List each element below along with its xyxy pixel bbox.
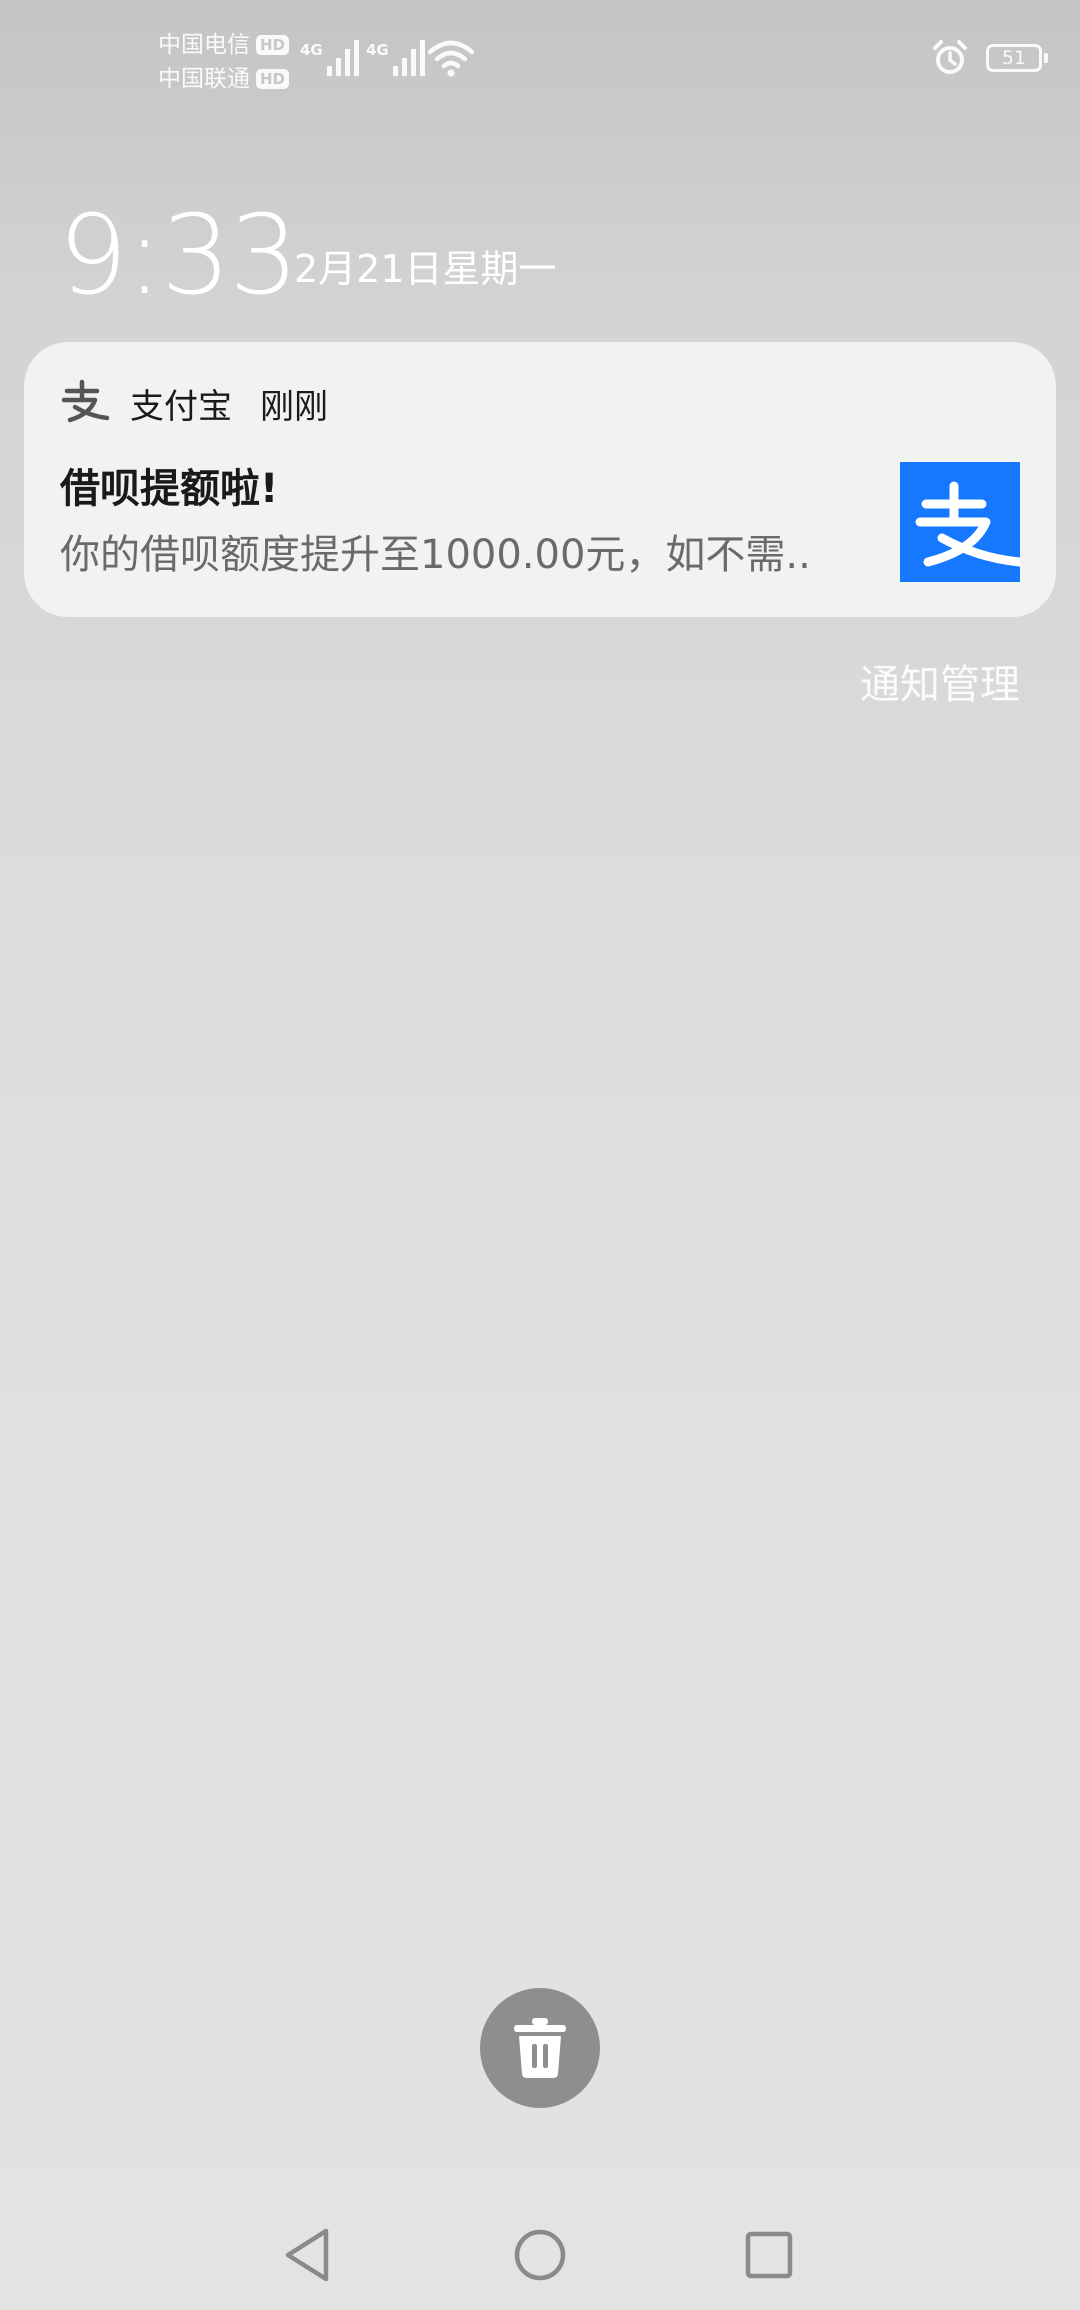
recents-button[interactable] xyxy=(734,2220,804,2290)
notification-header: 支付宝 刚刚 xyxy=(60,378,328,428)
notification-time: 刚刚 xyxy=(260,386,328,427)
carrier-2-name: 中国联通 xyxy=(158,66,250,92)
hd-badge: HD xyxy=(256,69,290,89)
network-type-2: 4G xyxy=(366,41,389,59)
status-bar: 中国电信 HD 中国联通 HD 4G 4G 51 xyxy=(0,0,1080,110)
notification-title: 借呗提额啦! xyxy=(60,466,279,512)
carrier-1-name: 中国电信 xyxy=(158,32,250,58)
signal-group-2: 4G xyxy=(366,38,427,76)
network-type-1: 4G xyxy=(300,41,323,59)
signal-icon xyxy=(326,40,359,76)
wifi-icon xyxy=(428,40,474,77)
hd-badge: HD xyxy=(256,35,290,55)
home-button[interactable] xyxy=(505,2220,575,2290)
alipay-icon xyxy=(61,379,110,423)
notification-management-link[interactable]: 通知管理 xyxy=(860,660,1020,710)
recents-icon xyxy=(745,2231,793,2279)
battery-level: 51 xyxy=(1001,47,1027,69)
carrier-info: 中国电信 HD 中国联通 HD xyxy=(158,28,290,96)
lockscreen-date: 2月21日星期一 xyxy=(294,247,557,291)
home-icon xyxy=(514,2229,566,2281)
signal-icon xyxy=(392,40,425,76)
trash-icon xyxy=(514,2018,566,2078)
alipay-app-icon xyxy=(900,462,1025,582)
alarm-icon xyxy=(933,40,967,74)
signal-group-1: 4G xyxy=(300,38,361,76)
alipay-logo-icon xyxy=(915,481,1025,567)
lockscreen-clock: 9:33 xyxy=(58,191,299,319)
clear-notifications-button[interactable] xyxy=(480,1988,600,2108)
back-button[interactable] xyxy=(272,2220,342,2290)
navigation-bar xyxy=(0,2200,1080,2310)
alipay-notification[interactable]: 支付宝 刚刚 借呗提额啦! 你的借呗额度提升至1000.00元，如不需.. xyxy=(24,342,1056,617)
notification-body: 你的借呗额度提升至1000.00元，如不需.. xyxy=(60,532,811,578)
battery-icon: 51 xyxy=(986,44,1048,72)
back-icon xyxy=(285,2228,329,2282)
notification-app-name: 支付宝 xyxy=(130,386,232,427)
